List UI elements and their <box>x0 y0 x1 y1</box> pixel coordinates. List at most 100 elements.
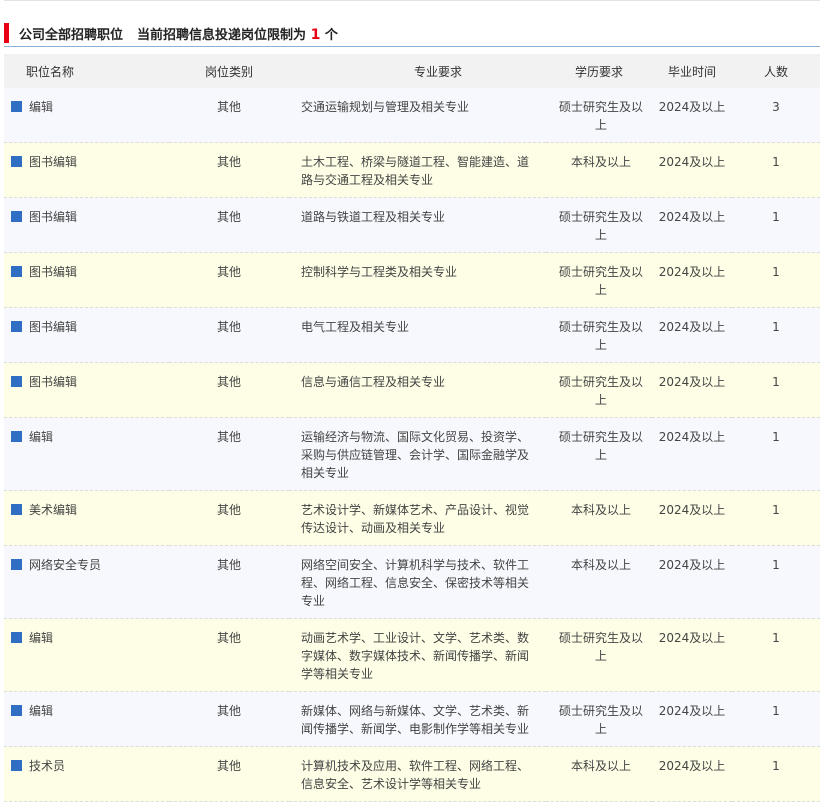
table-row: 网络安全专员 其他 网络空间安全、计算机科学与技术、软件工程、网络工程、信息安全、保… <box>4 545 820 619</box>
table-row: 图书编辑 其他 土木工程、桥梁与隧道工程、智能建造、道路与交通工程及相关专业 本科及以… <box>4 142 820 198</box>
job-title-link[interactable]: 图书编辑 <box>29 210 77 224</box>
job-category: 其他 <box>216 503 241 517</box>
cell-major: 道路与铁道工程及相关专业 <box>289 197 546 253</box>
table-row: 编辑 其他 运输经济与物流、国际文化贸易、投资学、采购与供应链管理、会计学、国际金融… <box>4 417 820 491</box>
table-row: 编辑 其他 动画艺术学、工业设计、文学、艺术类、数字媒体、数字媒体技术、新闻传播学、… <box>4 618 820 692</box>
cell-name: 编辑 <box>4 618 169 692</box>
cell-major: 电气工程及相关专业 <box>289 307 546 363</box>
cell-name: 网络安全专员 <box>4 545 169 619</box>
cell-name: 技术员 <box>4 746 169 802</box>
degree-requirement: 本科及以上 <box>570 558 631 572</box>
major-requirement: 电气工程及相关专业 <box>301 320 410 334</box>
degree-requirement: 硕士研究生及以上 <box>558 100 643 132</box>
cell-count: 1 <box>732 197 820 253</box>
major-requirement: 道路与铁道工程及相关专业 <box>301 210 446 224</box>
table-row: 图书编辑 其他 道路与铁道工程及相关专业 硕士研究生及以上 2024及以上 1 <box>4 197 820 253</box>
headcount: 3 <box>772 100 780 114</box>
job-title-link[interactable]: 图书编辑 <box>29 265 77 279</box>
table-row: 图书编辑 其他 信息与通信工程及相关专业 硕士研究生及以上 2024及以上 1 <box>4 362 820 418</box>
cell-category: 其他 <box>169 362 289 418</box>
major-requirement: 计算机技术及应用、软件工程、网络工程、信息安全、艺术设计学等相关专业 <box>301 759 530 791</box>
job-category: 其他 <box>216 558 241 572</box>
table-row: 技术员 其他 计算机技术及应用、软件工程、网络工程、信息安全、艺术设计学等相关专业 本… <box>4 746 820 802</box>
table-header-row: 职位名称 岗位类别 专业要求 学历要求 毕业时间 人数 <box>4 54 820 88</box>
cell-name: 图书编辑 <box>4 142 169 198</box>
cell-name: 编辑 <box>4 691 169 747</box>
job-title-link[interactable]: 编辑 <box>29 100 53 114</box>
job-category: 其他 <box>216 155 241 169</box>
cell-name: 编辑 <box>4 88 169 143</box>
bullet-square-icon <box>11 431 22 442</box>
job-category: 其他 <box>216 100 241 114</box>
cell-major: 运输经济与物流、国际文化贸易、投资学、采购与供应链管理、会计学、国际金融学及相关… <box>289 417 546 491</box>
major-requirement: 新媒体、网络与新媒体、文学、艺术类、新闻传播学、新闻学、电影制作学等相关专业 <box>301 704 530 736</box>
major-requirement: 运输经济与物流、国际文化贸易、投资学、采购与供应链管理、会计学、国际金融学及相关… <box>301 430 530 480</box>
degree-requirement: 硕士研究生及以上 <box>558 631 643 663</box>
cell-degree: 硕士研究生及以上 <box>546 252 652 308</box>
cell-major: 新媒体、网络与新媒体、文学、艺术类、新闻传播学、新闻学、电影制作学等相关专业 <box>289 691 546 747</box>
headcount: 1 <box>772 503 780 517</box>
cell-grad: 2024及以上 <box>652 545 732 619</box>
section-title: 公司全部招聘职位 当前招聘信息投递岗位限制为 1 个 <box>19 24 338 43</box>
cell-major: 信息与通信工程及相关专业 <box>289 362 546 418</box>
cell-count: 1 <box>732 746 820 802</box>
job-title-link[interactable]: 技术员 <box>29 759 65 773</box>
cell-major: 网络空间安全、计算机科学与技术、软件工程、网络工程、信息安全、保密技术等相关专业 <box>289 545 546 619</box>
table-row: 编辑 其他 新媒体、网络与新媒体、文学、艺术类、新闻传播学、新闻学、电影制作学等相关… <box>4 691 820 747</box>
job-category: 其他 <box>216 375 241 389</box>
cell-degree: 硕士研究生及以上 <box>546 307 652 363</box>
graduation-time: 2024及以上 <box>658 320 726 334</box>
cell-grad: 2024及以上 <box>652 142 732 198</box>
job-title-link[interactable]: 网络安全专员 <box>29 558 101 572</box>
cell-count: 1 <box>732 691 820 747</box>
col-header-major: 专业要求 <box>289 54 546 88</box>
job-title-link[interactable]: 美术编辑 <box>29 503 77 517</box>
cell-category: 其他 <box>169 252 289 308</box>
cell-name: 图书编辑 <box>4 362 169 418</box>
job-title-link[interactable]: 图书编辑 <box>29 375 77 389</box>
cell-degree: 本科及以上 <box>546 545 652 619</box>
col-header-category: 岗位类别 <box>169 54 289 88</box>
cell-degree: 硕士研究生及以上 <box>546 362 652 418</box>
cell-major: 交通运输规划与管理及相关专业 <box>289 88 546 143</box>
degree-requirement: 本科及以上 <box>570 503 631 517</box>
major-requirement: 动画艺术学、工业设计、文学、艺术类、数字媒体、数字媒体技术、新闻传播学、新闻学等… <box>301 631 530 681</box>
table-row: 编辑 其他 交通运输规划与管理及相关专业 硕士研究生及以上 2024及以上 3 <box>4 88 820 143</box>
degree-requirement: 硕士研究生及以上 <box>558 430 643 462</box>
job-title-link[interactable]: 编辑 <box>29 631 53 645</box>
cell-degree: 硕士研究生及以上 <box>546 618 652 692</box>
header-accent-bar <box>4 23 9 43</box>
cell-count: 1 <box>732 362 820 418</box>
job-title-link[interactable]: 图书编辑 <box>29 320 77 334</box>
cell-grad: 2024及以上 <box>652 417 732 491</box>
headcount: 1 <box>772 558 780 572</box>
cell-count: 1 <box>732 417 820 491</box>
cell-degree: 本科及以上 <box>546 490 652 546</box>
job-title-link[interactable]: 图书编辑 <box>29 155 77 169</box>
graduation-time: 2024及以上 <box>658 558 726 572</box>
table-row: 图书编辑 其他 电气工程及相关专业 硕士研究生及以上 2024及以上 1 <box>4 307 820 363</box>
cell-category: 其他 <box>169 197 289 253</box>
cell-grad: 2024及以上 <box>652 197 732 253</box>
col-header-name: 职位名称 <box>4 54 169 88</box>
job-title-link[interactable]: 编辑 <box>29 704 53 718</box>
cell-major: 艺术设计学、新媒体艺术、产品设计、视觉传达设计、动画及相关专业 <box>289 490 546 546</box>
bullet-square-icon <box>11 101 22 112</box>
cell-major: 计算机技术及应用、软件工程、网络工程、信息安全、艺术设计学等相关专业 <box>289 746 546 802</box>
graduation-time: 2024及以上 <box>658 759 726 773</box>
cell-category: 其他 <box>169 142 289 198</box>
headcount: 1 <box>772 704 780 718</box>
cell-grad: 2024及以上 <box>652 88 732 143</box>
bullet-square-icon <box>11 760 22 771</box>
job-title-link[interactable]: 编辑 <box>29 430 53 444</box>
bullet-square-icon <box>11 266 22 277</box>
cell-grad: 2024及以上 <box>652 307 732 363</box>
limit-unit: 个 <box>324 28 338 43</box>
degree-requirement: 硕士研究生及以上 <box>558 210 643 242</box>
degree-requirement: 硕士研究生及以上 <box>558 320 643 352</box>
job-category: 其他 <box>216 704 241 718</box>
cell-count: 1 <box>732 307 820 363</box>
graduation-time: 2024及以上 <box>658 430 726 444</box>
cell-grad: 2024及以上 <box>652 362 732 418</box>
cell-count: 1 <box>732 545 820 619</box>
